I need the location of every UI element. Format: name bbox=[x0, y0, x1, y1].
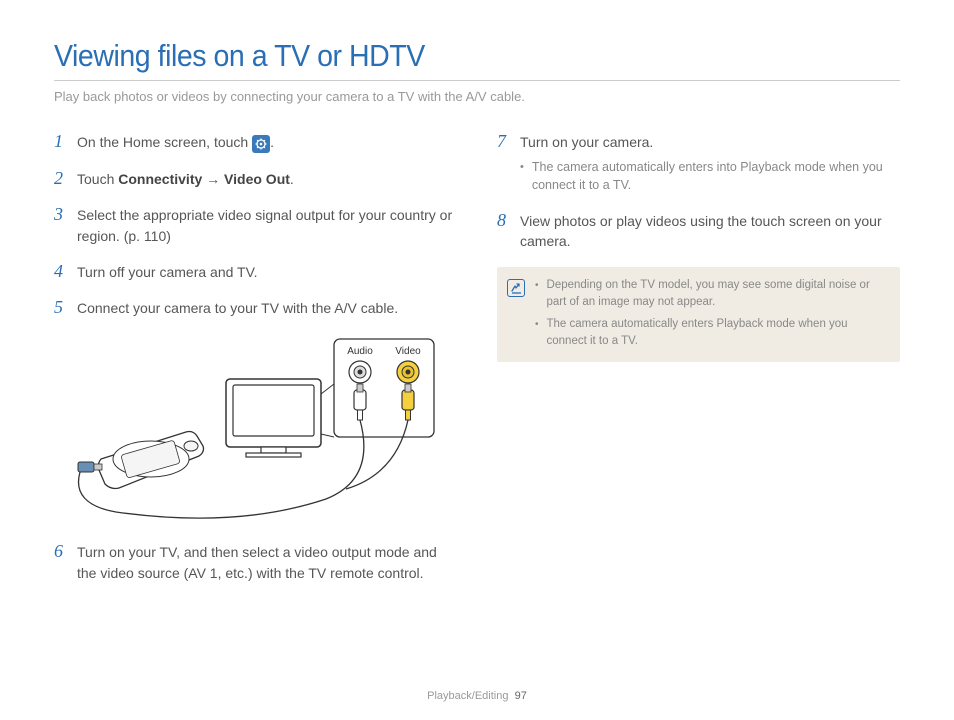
step-number: 5 bbox=[54, 298, 68, 318]
note-box: • Depending on the TV model, you may see… bbox=[497, 267, 900, 362]
page-subtitle: Play back photos or videos by connecting… bbox=[54, 89, 900, 104]
step-1: 1 On the Home screen, touch . bbox=[54, 132, 457, 153]
step-3: 3 Select the appropriate video signal ou… bbox=[54, 205, 457, 246]
step-main: Turn on your camera. bbox=[520, 132, 900, 152]
step-6: 6 Turn on your TV, and then select a vid… bbox=[54, 542, 457, 583]
step-text: Select the appropriate video signal outp… bbox=[77, 205, 457, 246]
step-text: On the Home screen, touch . bbox=[77, 132, 457, 153]
page-footer: Playback/Editing 97 bbox=[0, 690, 954, 702]
step-number: 2 bbox=[54, 169, 68, 189]
step-text: Turn off your camera and TV. bbox=[77, 262, 457, 282]
note-list: • Depending on the TV model, you may see… bbox=[535, 277, 888, 350]
note-icon bbox=[507, 279, 525, 297]
step-pre: Touch bbox=[77, 171, 118, 187]
left-column: 1 On the Home screen, touch . 2 Touch Co… bbox=[54, 132, 457, 599]
step-8: 8 View photos or play videos using the t… bbox=[497, 211, 900, 252]
step-arrow: → bbox=[202, 171, 224, 187]
bullet-icon: • bbox=[520, 158, 524, 194]
footer-section: Playback/Editing bbox=[427, 690, 508, 702]
content-columns: 1 On the Home screen, touch . 2 Touch Co… bbox=[54, 132, 900, 599]
step-number: 3 bbox=[54, 205, 68, 246]
step-text: Connect your camera to your TV with the … bbox=[77, 298, 457, 318]
bullet-icon: • bbox=[535, 316, 539, 351]
settings-icon bbox=[252, 135, 270, 153]
step-2: 2 Touch Connectivity → Video Out. bbox=[54, 169, 457, 189]
step-text: Turn on your camera. • The camera automa… bbox=[520, 132, 900, 195]
step-number: 8 bbox=[497, 211, 511, 252]
step-number: 1 bbox=[54, 132, 68, 153]
step-text: Turn on your TV, and then select a video… bbox=[77, 542, 457, 583]
title-rule bbox=[54, 80, 900, 81]
step-sub-bullet: • The camera automatically enters into P… bbox=[520, 158, 900, 194]
step-bold: Video Out bbox=[224, 171, 290, 187]
step-bold: Connectivity bbox=[118, 171, 202, 187]
step-text: Touch Connectivity → Video Out. bbox=[77, 169, 457, 189]
footer-page: 97 bbox=[515, 690, 527, 702]
audio-label: Audio bbox=[347, 346, 373, 357]
note-item: • Depending on the TV model, you may see… bbox=[535, 277, 888, 312]
step-7: 7 Turn on your camera. • The camera auto… bbox=[497, 132, 900, 195]
step-post: . bbox=[270, 134, 274, 150]
step-pre: On the Home screen, touch bbox=[77, 134, 252, 150]
connection-diagram: Audio Video bbox=[76, 334, 436, 524]
page-title: Viewing files on a TV or HDTV bbox=[54, 38, 832, 74]
step-number: 7 bbox=[497, 132, 511, 195]
step-number: 6 bbox=[54, 542, 68, 583]
step-post: . bbox=[290, 171, 294, 187]
right-column: 7 Turn on your camera. • The camera auto… bbox=[497, 132, 900, 599]
step-5: 5 Connect your camera to your TV with th… bbox=[54, 298, 457, 318]
step-4: 4 Turn off your camera and TV. bbox=[54, 262, 457, 282]
note-text: The camera automatically enters Playback… bbox=[547, 316, 888, 351]
step-text: View photos or play videos using the tou… bbox=[520, 211, 900, 252]
video-label: Video bbox=[395, 346, 421, 357]
step-number: 4 bbox=[54, 262, 68, 282]
bullet-text: The camera automatically enters into Pla… bbox=[532, 158, 900, 194]
note-item: • The camera automatically enters Playba… bbox=[535, 316, 888, 351]
bullet-icon: • bbox=[535, 277, 539, 312]
note-text: Depending on the TV model, you may see s… bbox=[547, 277, 888, 312]
